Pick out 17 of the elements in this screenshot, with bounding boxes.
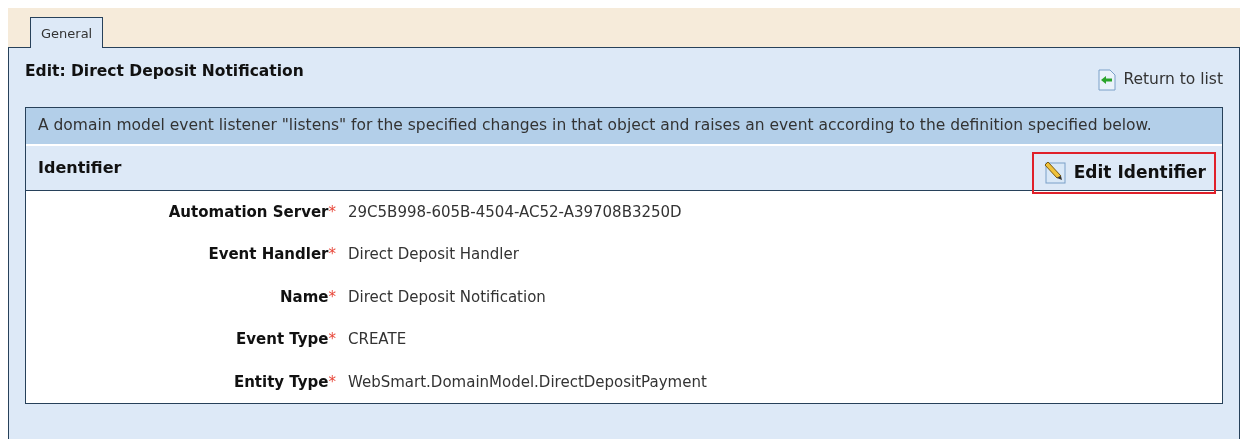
field-value: CREATE [347, 329, 407, 351]
field-value: 29C5B998-605B-4504-AC52-A39708B3250D [347, 201, 682, 223]
field-label: Automation Server* [167, 201, 336, 223]
page-title: Edit: Direct Deposit Notification [25, 61, 304, 82]
field-label: Event Type* [235, 329, 336, 351]
field-value: Direct Deposit Notification [347, 286, 546, 308]
description-text: A domain model event listener "listens" for the specified changes in that object and raises an event according to the definition specified below. [26, 108, 1222, 144]
field-label: Entity Type* [232, 371, 336, 393]
tab[interactable]: General [30, 16, 104, 48]
field-label: Event Handler* [207, 244, 336, 266]
return-link[interactable]: Return to list [1097, 68, 1223, 92]
section-title: Identifier [38, 156, 122, 179]
field-label: Name* [279, 286, 336, 308]
arrow-icon [1097, 68, 1118, 91]
edit-identifier-button[interactable]: Edit Identifier [1031, 151, 1216, 194]
field-value: Direct Deposit Handler [347, 244, 519, 266]
field-value: WebSmart.DomainModel.DirectDepositPayment [347, 371, 707, 393]
